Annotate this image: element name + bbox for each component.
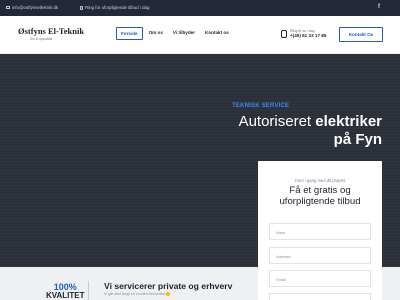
logo[interactable]: Østfyns El-Teknik Din el-specialist: [18, 26, 84, 41]
nav-item-forside[interactable]: Forside: [116, 27, 143, 40]
header-phone[interactable]: Ring til os i dag +(45) 61 33 17 85: [281, 29, 326, 38]
divider: [88, 281, 89, 300]
service-subtext-text: Vi går altid langt for kunden det bedste: [104, 292, 166, 296]
headline-bold-1: elektriker: [315, 113, 382, 130]
form-title-line-2: uforpligtende tilbud: [279, 196, 361, 207]
form-kicker: Kom i gang med dit projekt: [295, 178, 345, 183]
address-field[interactable]: Adresse: [269, 247, 371, 264]
form-title-line-1: Få et gratis og: [289, 185, 351, 196]
topbar-email-text: info@ostfynselteknik.dk: [12, 5, 59, 10]
top-bar: info@ostfynselteknik.dk Ring for uforpli…: [0, 0, 400, 16]
phone-icon: [281, 29, 287, 38]
logo-tagline: Din el-specialist: [30, 37, 53, 41]
quality-label: KVALITET: [46, 291, 85, 300]
facebook-icon[interactable]: f: [378, 4, 380, 10]
smiley-icon: [166, 292, 171, 296]
logo-name: Østfyns El-Teknik: [18, 26, 85, 36]
service-heading: Vi servicerer private og erhverv: [104, 281, 233, 291]
topbar-phone-note: Ring for uforpligtende tilbud i dag: [80, 5, 149, 10]
hero-headline: Autoriseret elektriker på Fyn: [239, 113, 382, 149]
nav-item-kontakt-os[interactable]: Kontakt os: [201, 27, 233, 40]
quote-form: Kom i gang med dit projekt Få et gratis …: [258, 161, 382, 300]
topbar-phone-note-text: Ring for uforpligtende tilbud i dag: [85, 5, 150, 10]
phone-icon: [80, 5, 83, 10]
name-field[interactable]: Navn: [269, 223, 371, 240]
main-nav: Forside Om os Vi tilbyder Kontakt os: [116, 27, 233, 40]
quality-badge: 100% KVALITET: [46, 283, 85, 300]
nav-item-om-os[interactable]: Om os: [145, 27, 167, 40]
headline-light: Autoriseret: [238, 113, 312, 130]
phone-number: +(45) 61 33 17 85: [290, 33, 327, 38]
phone-field[interactable]: [269, 293, 371, 300]
envelope-icon: [6, 6, 10, 9]
contact-button[interactable]: Kontakt Os: [339, 27, 383, 42]
form-title: Få et gratis og uforpligtende tilbud: [258, 185, 382, 207]
topbar-email[interactable]: info@ostfynselteknik.dk: [6, 5, 58, 10]
hero-eyebrow: TEKNISK SERVICE: [232, 103, 290, 109]
service-subtext: Vi går altid langt for kunden det bedste: [104, 292, 171, 296]
site-header: Østfyns El-Teknik Din el-specialist Fors…: [0, 16, 400, 54]
nav-item-vi-tilbyder[interactable]: Vi tilbyder: [169, 27, 199, 40]
email-field[interactable]: Email: [269, 270, 371, 287]
headline-bold-2: på Fyn: [333, 131, 382, 148]
